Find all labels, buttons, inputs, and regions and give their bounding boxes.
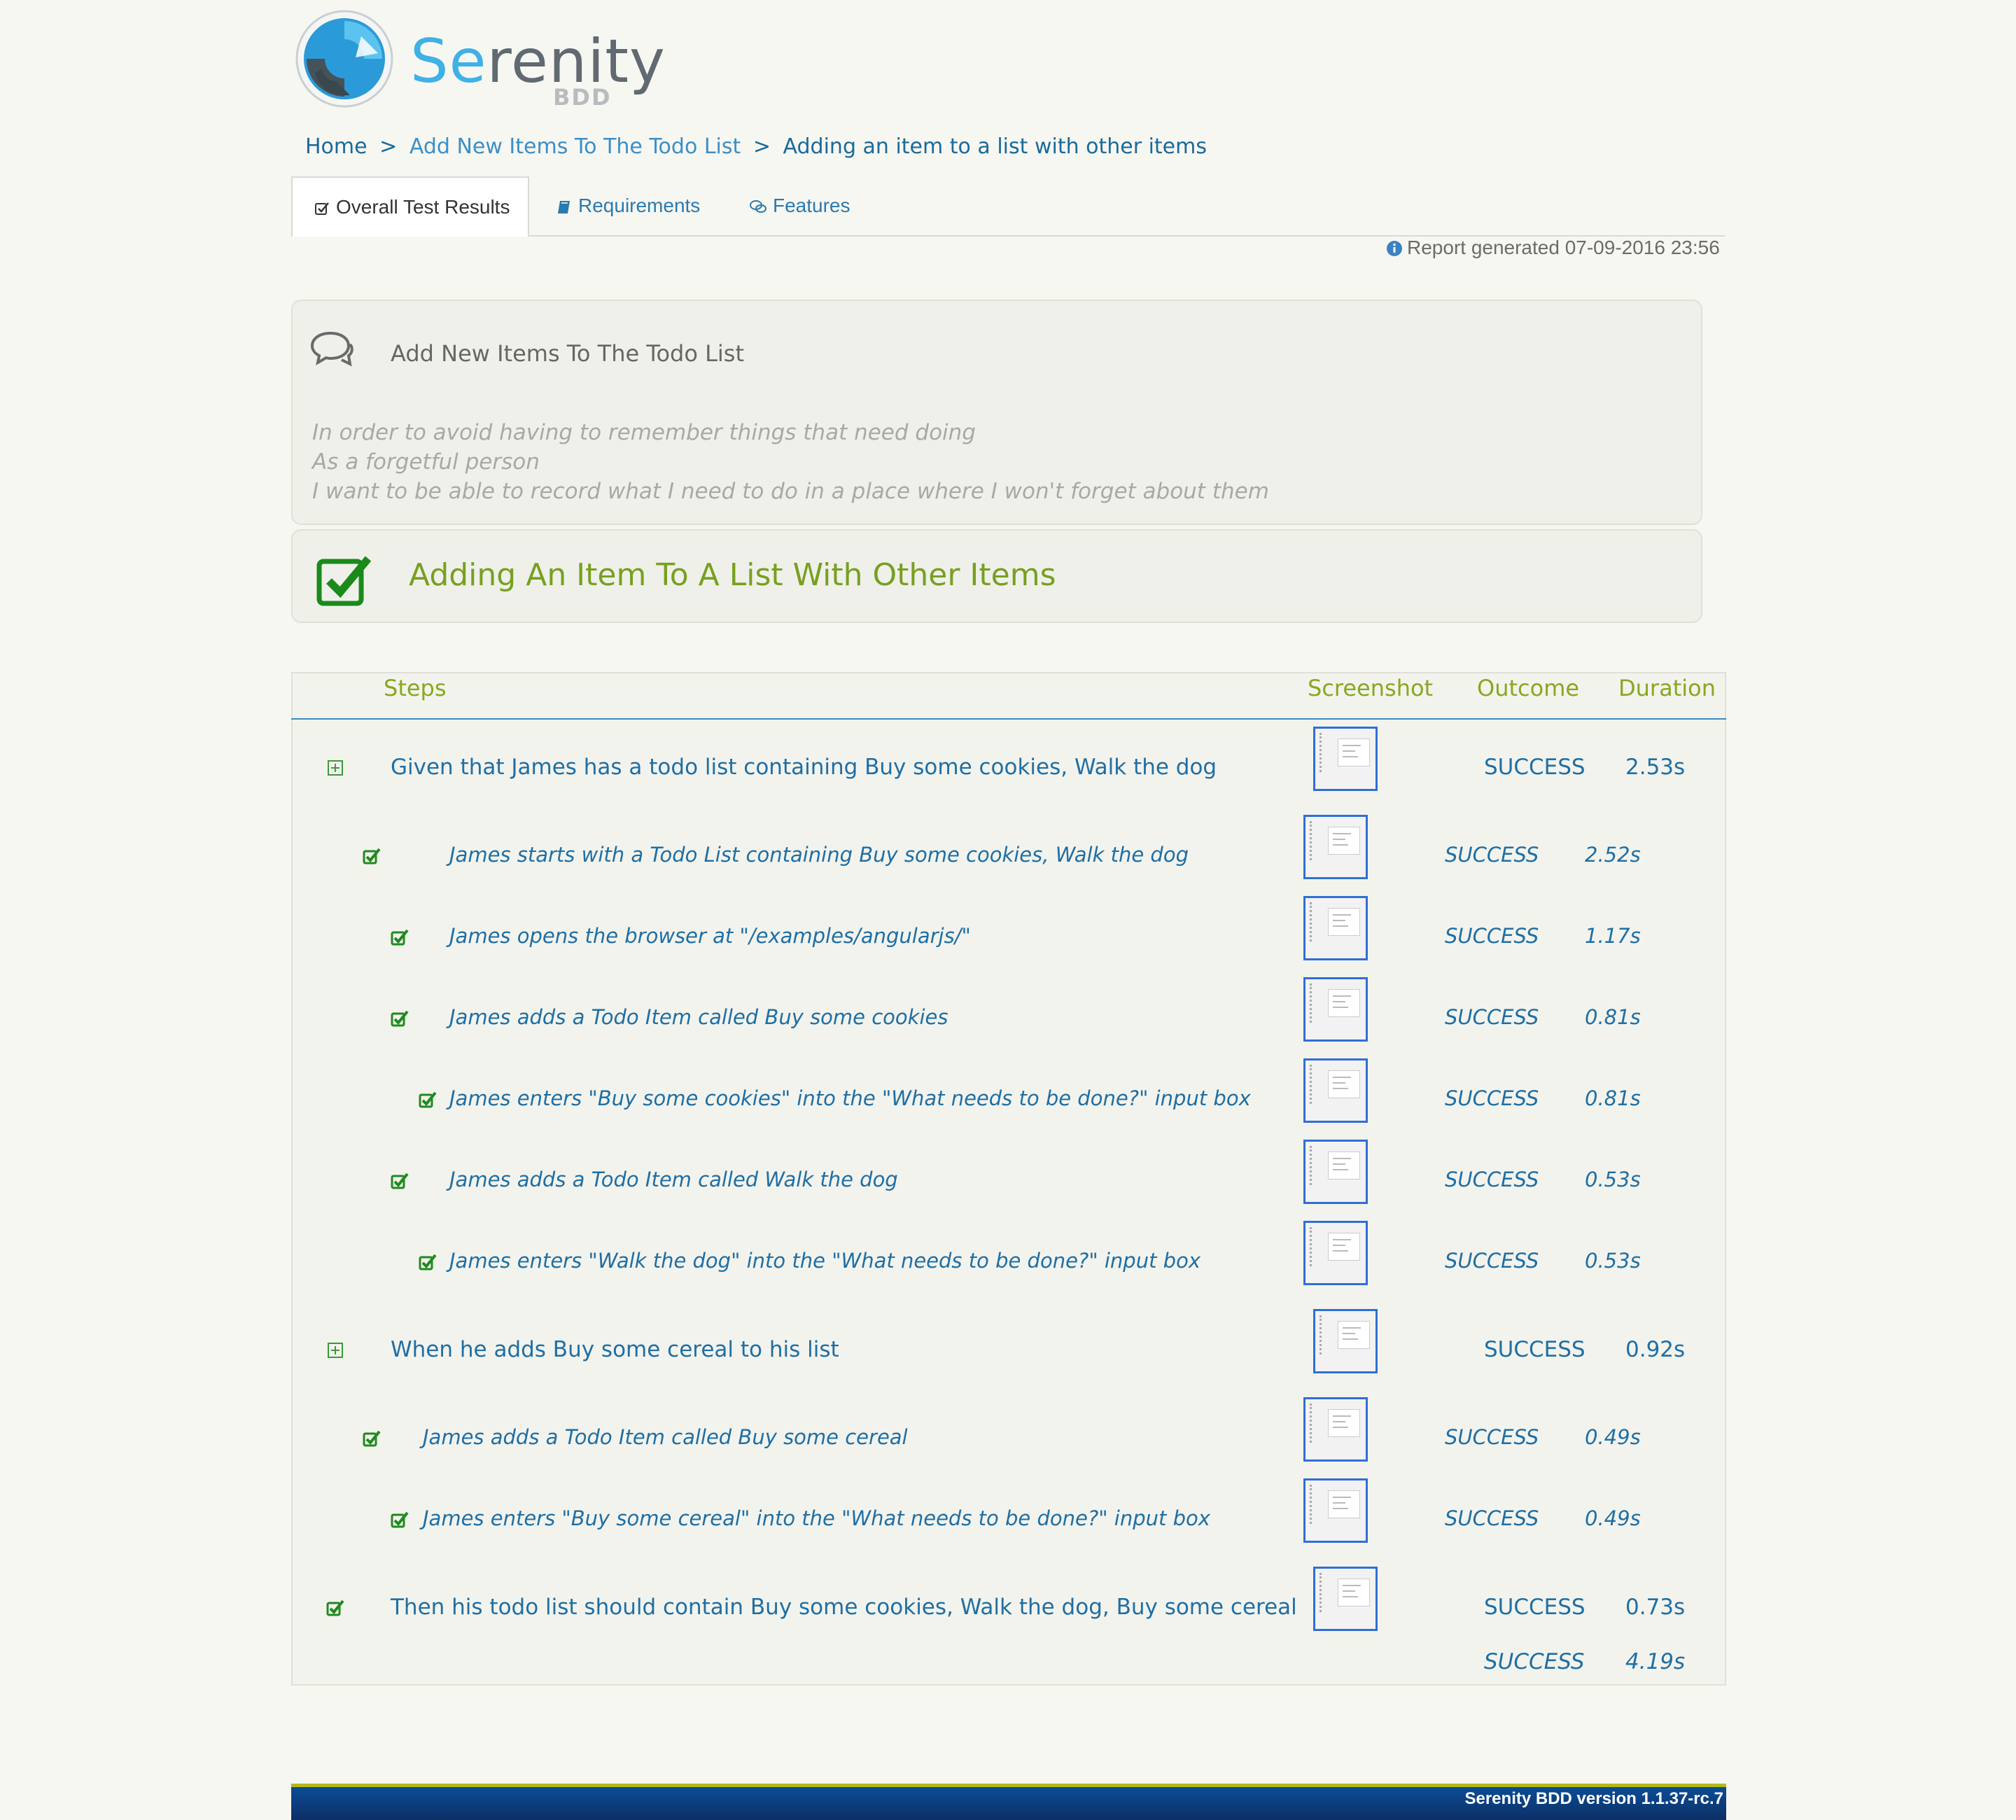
step-screenshot-thumbnail[interactable] [1313,727,1378,791]
tab-bar: Overall Test Results Requirements Featur… [291,176,1725,237]
check-square-icon [315,202,329,215]
step-description: James adds a Todo Item called Buy some c… [449,1005,948,1029]
breadcrumb-separator: > [752,134,771,159]
feature-narrative-line: In order to avoid having to remember thi… [312,420,976,445]
step-description: Given that James has a todo list contain… [391,755,1217,780]
step-duration: 0.49s [1585,1506,1641,1530]
tab-requirements[interactable]: Requirements [556,176,700,235]
step-duration: 2.53s [1625,755,1686,780]
breadcrumb-home[interactable]: Home [305,134,368,159]
step-success-check-icon [326,1600,344,1616]
step-description: James starts with a Todo List containing… [449,843,1189,867]
step-description: James enters "Buy some cereal" into the … [423,1506,1210,1530]
footer-version: Serenity BDD version 1.1.37-rc.7 [1464,1789,1723,1808]
step-outcome: SUCCESS [1445,1086,1539,1110]
column-header-screenshot: Screenshot [1308,675,1434,701]
step-outcome: SUCCESS [1484,1337,1586,1362]
step-outcome: SUCCESS [1445,1425,1539,1449]
step-duration: 1.17s [1585,924,1641,948]
step-duration: 0.73s [1625,1595,1686,1620]
column-header-steps: Steps [384,675,447,701]
tab-overall-test-results[interactable]: Overall Test Results [291,176,529,237]
step-outcome: SUCCESS [1445,1506,1539,1530]
step-description: James adds a Todo Item called Buy some c… [423,1425,908,1449]
logo-subtitle: BDD [553,84,612,111]
step-duration: 0.49s [1585,1425,1641,1449]
comments-icon [750,200,766,213]
step-success-check-icon [419,1254,437,1270]
expand-step-icon[interactable] [326,759,344,777]
breadcrumb-feature-link[interactable]: Add New Items To The Todo List [410,134,741,159]
feature-title: Add New Items To The Todo List [391,340,745,367]
serenity-logo-text: Serenity [410,27,666,97]
step-success-check-icon [419,1091,437,1108]
step-success-check-icon [391,1511,409,1528]
step-duration: 0.53s [1585,1168,1641,1191]
column-header-duration: Duration [1618,675,1716,701]
step-success-check-icon [363,1430,381,1447]
step-description: James enters "Walk the dog" into the "Wh… [449,1249,1200,1273]
step-duration: 0.81s [1585,1086,1641,1110]
step-duration: 0.81s [1585,1005,1641,1029]
step-outcome: SUCCESS [1484,1595,1586,1620]
comments-icon [310,331,354,367]
step-screenshot-thumbnail[interactable] [1303,977,1368,1042]
tab-features[interactable]: Features [749,176,850,235]
tab-label: Overall Test Results [336,196,510,218]
column-header-outcome: Outcome [1477,675,1580,701]
total-outcome: SUCCESS [1484,1649,1585,1674]
step-description: James opens the browser at "/examples/an… [449,924,971,948]
serenity-logo-icon [295,10,393,108]
feature-narrative-line: As a forgetful person [312,449,540,475]
step-description: James enters "Buy some cookies" into the… [449,1086,1251,1110]
report-generated: Report generated 07-09-2016 23:56 [1386,237,1720,259]
step-success-check-icon [391,929,409,946]
step-screenshot-thumbnail[interactable] [1313,1567,1378,1631]
step-success-check-icon [363,848,381,864]
step-description: Then his todo list should contain Buy so… [391,1595,1297,1620]
breadcrumb-current: Adding an item to a list with other item… [783,134,1207,159]
step-screenshot-thumbnail[interactable] [1303,1397,1368,1462]
step-screenshot-thumbnail[interactable] [1303,1058,1368,1123]
step-screenshot-thumbnail[interactable] [1313,1309,1378,1373]
expand-step-icon[interactable] [326,1341,344,1359]
step-duration: 0.53s [1585,1249,1641,1273]
step-description: James adds a Todo Item called Walk the d… [449,1168,898,1191]
feature-narrative-line: I want to be able to record what I need … [312,479,1269,504]
step-success-check-icon [391,1172,409,1189]
breadcrumb: Home > Add New Items To The Todo List > … [305,134,1207,159]
breadcrumb-separator: > [379,134,398,159]
report-generated-text: Report generated 07-09-2016 23:56 [1407,237,1720,258]
scenario-success-check-icon [316,556,372,606]
info-icon [1387,241,1402,256]
step-outcome: SUCCESS [1445,1168,1539,1191]
tab-label: Requirements [578,195,701,216]
step-success-check-icon [391,1010,409,1027]
step-duration: 0.92s [1625,1337,1686,1362]
step-screenshot-thumbnail[interactable] [1303,896,1368,960]
step-outcome: SUCCESS [1445,1249,1539,1273]
step-screenshot-thumbnail[interactable] [1303,1221,1368,1285]
tab-label: Features [773,195,850,216]
step-screenshot-thumbnail[interactable] [1303,815,1368,879]
step-outcome: SUCCESS [1445,843,1539,867]
step-outcome: SUCCESS [1445,924,1539,948]
step-outcome: SUCCESS [1445,1005,1539,1029]
scenario-title: Adding An Item To A List With Other Item… [409,557,1056,593]
book-icon [558,200,570,214]
step-screenshot-thumbnail[interactable] [1303,1140,1368,1204]
step-outcome: SUCCESS [1484,755,1586,780]
total-duration: 4.19s [1625,1649,1686,1674]
step-description: When he adds Buy some cereal to his list [391,1337,839,1362]
step-duration: 2.52s [1585,843,1641,867]
step-screenshot-thumbnail[interactable] [1303,1478,1368,1543]
steps-header-divider [291,718,1726,720]
